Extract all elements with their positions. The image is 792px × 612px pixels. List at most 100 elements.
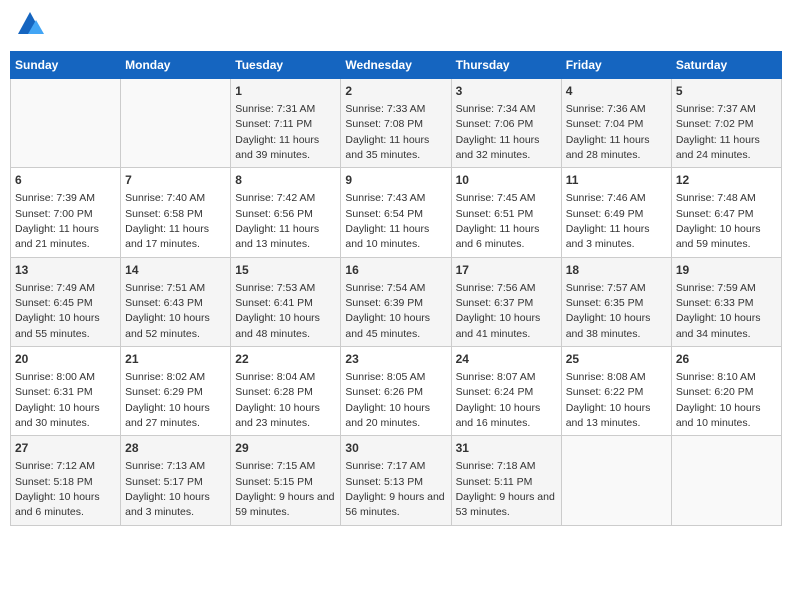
day-info: Sunrise: 7:54 AMSunset: 6:39 PMDaylight:… — [345, 282, 430, 340]
day-cell: 21 Sunrise: 8:02 AMSunset: 6:29 PMDayligh… — [121, 347, 231, 436]
day-number: 2 — [345, 83, 446, 100]
weekday-header-thursday: Thursday — [451, 52, 561, 79]
day-cell: 31Sunrise: 7:18 AMSunset: 5:11 PMDayligh… — [451, 436, 561, 525]
day-info: Sunrise: 7:53 AMSunset: 6:41 PMDaylight:… — [235, 282, 320, 340]
day-cell: 5 Sunrise: 7:37 AMSunset: 7:02 PMDaylight… — [671, 79, 781, 168]
day-number: 7 — [125, 172, 226, 189]
weekday-header-sunday: Sunday — [11, 52, 121, 79]
day-info: Sunrise: 7:45 AMSunset: 6:51 PMDaylight:… — [456, 192, 540, 250]
day-number: 1 — [235, 83, 336, 100]
day-number: 9 — [345, 172, 446, 189]
day-cell: 14Sunrise: 7:51 AMSunset: 6:43 PMDayligh… — [121, 257, 231, 346]
day-info: Sunrise: 7:39 AMSunset: 7:00 PMDaylight:… — [15, 192, 99, 250]
day-number: 21 — [125, 351, 226, 368]
day-info: Sunrise: 8:04 AMSunset: 6:28 PMDaylight:… — [235, 371, 320, 429]
logo-icon — [16, 10, 44, 38]
week-row-1: 1 Sunrise: 7:31 AMSunset: 7:11 PMDaylight… — [11, 79, 782, 168]
day-cell: 20 Sunrise: 8:00 AMSunset: 6:31 PMDayligh… — [11, 347, 121, 436]
day-number: 22 — [235, 351, 336, 368]
day-number: 8 — [235, 172, 336, 189]
day-cell: 27 Sunrise: 7:12 AMSunset: 5:18 PMDayligh… — [11, 436, 121, 525]
day-cell: 30 Sunrise: 7:17 AMSunset: 5:13 PMDayligh… — [341, 436, 451, 525]
day-cell: 3Sunrise: 7:34 AMSunset: 7:06 PMDaylight… — [451, 79, 561, 168]
day-number: 13 — [15, 262, 116, 279]
day-info: Sunrise: 7:57 AMSunset: 6:35 PMDaylight:… — [566, 282, 651, 340]
day-cell: 15 Sunrise: 7:53 AMSunset: 6:41 PMDayligh… — [231, 257, 341, 346]
day-number: 29 — [235, 440, 336, 457]
day-cell: 9 Sunrise: 7:43 AMSunset: 6:54 PMDaylight… — [341, 168, 451, 257]
day-cell — [561, 436, 671, 525]
day-info: Sunrise: 7:13 AMSunset: 5:17 PMDaylight:… — [125, 460, 210, 518]
logo — [14, 10, 44, 43]
week-row-3: 13 Sunrise: 7:49 AMSunset: 6:45 PMDayligh… — [11, 257, 782, 346]
day-cell: 22 Sunrise: 8:04 AMSunset: 6:28 PMDayligh… — [231, 347, 341, 436]
day-info: Sunrise: 8:02 AMSunset: 6:29 PMDaylight:… — [125, 371, 210, 429]
day-number: 30 — [345, 440, 446, 457]
week-row-4: 20 Sunrise: 8:00 AMSunset: 6:31 PMDayligh… — [11, 347, 782, 436]
weekday-header-tuesday: Tuesday — [231, 52, 341, 79]
week-row-5: 27 Sunrise: 7:12 AMSunset: 5:18 PMDayligh… — [11, 436, 782, 525]
day-cell: 16 Sunrise: 7:54 AMSunset: 6:39 PMDayligh… — [341, 257, 451, 346]
day-number: 23 — [345, 351, 446, 368]
day-cell: 19Sunrise: 7:59 AMSunset: 6:33 PMDayligh… — [671, 257, 781, 346]
day-cell — [121, 79, 231, 168]
day-cell — [671, 436, 781, 525]
day-info: Sunrise: 7:31 AMSunset: 7:11 PMDaylight:… — [235, 103, 319, 161]
day-info: Sunrise: 7:12 AMSunset: 5:18 PMDaylight:… — [15, 460, 100, 518]
day-info: Sunrise: 7:43 AMSunset: 6:54 PMDaylight:… — [345, 192, 429, 250]
day-info: Sunrise: 7:33 AMSunset: 7:08 PMDaylight:… — [345, 103, 429, 161]
day-cell: 26Sunrise: 8:10 AMSunset: 6:20 PMDayligh… — [671, 347, 781, 436]
day-info: Sunrise: 8:05 AMSunset: 6:26 PMDaylight:… — [345, 371, 430, 429]
day-info: Sunrise: 8:08 AMSunset: 6:22 PMDaylight:… — [566, 371, 651, 429]
weekday-header-row: SundayMondayTuesdayWednesdayThursdayFrid… — [11, 52, 782, 79]
day-cell: 18 Sunrise: 7:57 AMSunset: 6:35 PMDayligh… — [561, 257, 671, 346]
day-number: 10 — [456, 172, 557, 189]
day-cell: 7 Sunrise: 7:40 AMSunset: 6:58 PMDaylight… — [121, 168, 231, 257]
day-number: 25 — [566, 351, 667, 368]
day-cell: 25 Sunrise: 8:08 AMSunset: 6:22 PMDayligh… — [561, 347, 671, 436]
day-number: 5 — [676, 83, 777, 100]
day-info: Sunrise: 8:07 AMSunset: 6:24 PMDaylight:… — [456, 371, 541, 429]
day-number: 6 — [15, 172, 116, 189]
day-number: 28 — [125, 440, 226, 457]
day-number: 11 — [566, 172, 667, 189]
day-number: 15 — [235, 262, 336, 279]
day-number: 3 — [456, 83, 557, 100]
day-cell: 24Sunrise: 8:07 AMSunset: 6:24 PMDayligh… — [451, 347, 561, 436]
weekday-header-wednesday: Wednesday — [341, 52, 451, 79]
day-info: Sunrise: 8:00 AMSunset: 6:31 PMDaylight:… — [15, 371, 100, 429]
day-cell: 12 Sunrise: 7:48 AMSunset: 6:47 PMDayligh… — [671, 168, 781, 257]
day-number: 27 — [15, 440, 116, 457]
day-cell — [11, 79, 121, 168]
day-number: 16 — [345, 262, 446, 279]
day-cell: 28 Sunrise: 7:13 AMSunset: 5:17 PMDayligh… — [121, 436, 231, 525]
weekday-header-friday: Friday — [561, 52, 671, 79]
day-cell: 29 Sunrise: 7:15 AMSunset: 5:15 PMDayligh… — [231, 436, 341, 525]
weekday-header-saturday: Saturday — [671, 52, 781, 79]
day-info: Sunrise: 8:10 AMSunset: 6:20 PMDaylight:… — [676, 371, 761, 429]
week-row-2: 6 Sunrise: 7:39 AMSunset: 7:00 PMDaylight… — [11, 168, 782, 257]
day-info: Sunrise: 7:17 AMSunset: 5:13 PMDaylight:… — [345, 460, 444, 518]
page-header — [10, 10, 782, 43]
day-cell: 1 Sunrise: 7:31 AMSunset: 7:11 PMDaylight… — [231, 79, 341, 168]
day-cell: 10 Sunrise: 7:45 AMSunset: 6:51 PMDayligh… — [451, 168, 561, 257]
day-info: Sunrise: 7:56 AMSunset: 6:37 PMDaylight:… — [456, 282, 541, 340]
day-info: Sunrise: 7:40 AMSunset: 6:58 PMDaylight:… — [125, 192, 209, 250]
day-info: Sunrise: 7:42 AMSunset: 6:56 PMDaylight:… — [235, 192, 319, 250]
day-info: Sunrise: 7:37 AMSunset: 7:02 PMDaylight:… — [676, 103, 760, 161]
day-info: Sunrise: 7:15 AMSunset: 5:15 PMDaylight:… — [235, 460, 334, 518]
day-cell: 6 Sunrise: 7:39 AMSunset: 7:00 PMDaylight… — [11, 168, 121, 257]
day-number: 12 — [676, 172, 777, 189]
day-info: Sunrise: 7:48 AMSunset: 6:47 PMDaylight:… — [676, 192, 761, 250]
day-info: Sunrise: 7:49 AMSunset: 6:45 PMDaylight:… — [15, 282, 100, 340]
day-info: Sunrise: 7:18 AMSunset: 5:11 PMDaylight:… — [456, 460, 555, 518]
day-number: 18 — [566, 262, 667, 279]
day-number: 20 — [15, 351, 116, 368]
day-cell: 8 Sunrise: 7:42 AMSunset: 6:56 PMDaylight… — [231, 168, 341, 257]
day-cell: 11Sunrise: 7:46 AMSunset: 6:49 PMDayligh… — [561, 168, 671, 257]
day-info: Sunrise: 7:59 AMSunset: 6:33 PMDaylight:… — [676, 282, 761, 340]
day-number: 4 — [566, 83, 667, 100]
day-cell: 23 Sunrise: 8:05 AMSunset: 6:26 PMDayligh… — [341, 347, 451, 436]
day-info: Sunrise: 7:36 AMSunset: 7:04 PMDaylight:… — [566, 103, 650, 161]
weekday-header-monday: Monday — [121, 52, 231, 79]
